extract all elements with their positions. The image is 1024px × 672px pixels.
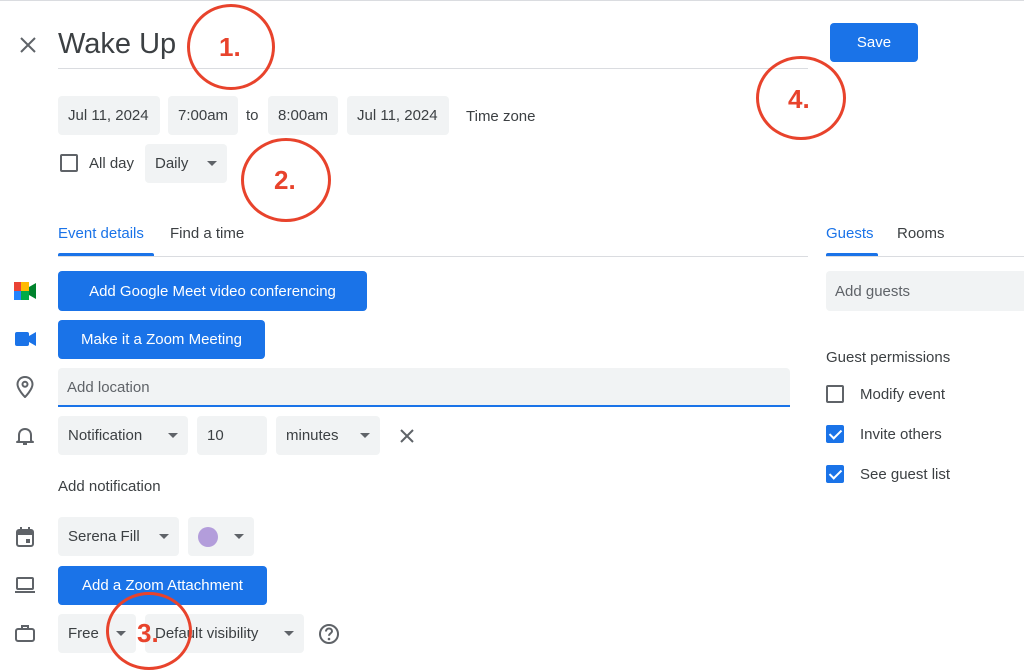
end-date-chip[interactable]: Jul 11, 2024: [347, 96, 449, 135]
tab-rooms[interactable]: Rooms: [897, 225, 945, 242]
calendar-icon: [16, 527, 34, 547]
see-guest-list-checkbox[interactable]: [826, 465, 844, 483]
close-icon[interactable]: [18, 35, 38, 55]
annotation-label-3: 3.: [137, 618, 159, 648]
annotation-label-1: 1.: [219, 32, 241, 62]
see-guest-list-label: See guest list: [860, 466, 951, 483]
add-google-meet-button[interactable]: Add Google Meet video conferencing: [58, 271, 367, 311]
annotation-label-4: 4.: [788, 84, 810, 114]
notification-unit-value: minutes: [286, 427, 339, 444]
to-label: to: [246, 107, 259, 124]
remove-notification-icon[interactable]: [400, 429, 414, 443]
chevron-down-icon: [360, 433, 370, 438]
tab-event-details[interactable]: Event details: [58, 225, 144, 242]
make-zoom-meeting-button[interactable]: Make it a Zoom Meeting: [58, 320, 265, 359]
start-date-chip[interactable]: Jul 11, 2024: [58, 96, 160, 135]
invite-others-label: Invite others: [860, 426, 942, 443]
all-day-label: All day: [89, 155, 135, 172]
guest-permissions-title: Guest permissions: [826, 349, 951, 366]
time-zone-link[interactable]: Time zone: [466, 108, 535, 125]
zoom-video-icon: [15, 332, 37, 346]
recurrence-value: Daily: [155, 155, 189, 172]
bell-icon: [16, 426, 34, 446]
notification-value-input[interactable]: 10: [197, 416, 267, 455]
save-button[interactable]: Save: [830, 23, 918, 62]
notification-type-dropdown[interactable]: Notification: [58, 416, 188, 455]
chevron-down-icon: [168, 433, 178, 438]
invite-others-checkbox[interactable]: [826, 425, 844, 443]
color-swatch: [198, 526, 218, 547]
event-title: Wake Up: [58, 28, 177, 60]
location-input[interactable]: Add location: [58, 368, 790, 407]
calendar-owner-dropdown[interactable]: Serena Fill: [58, 517, 179, 556]
tab-find-a-time[interactable]: Find a time: [170, 225, 244, 242]
recurrence-dropdown[interactable]: Daily: [145, 144, 227, 183]
start-time-chip[interactable]: 7:00am: [168, 96, 238, 135]
all-day-checkbox[interactable]: [60, 154, 78, 172]
guests-tabs-divider: [826, 256, 1024, 257]
notification-type-value: Notification: [68, 427, 143, 444]
end-time-chip[interactable]: 8:00am: [268, 96, 338, 135]
help-icon[interactable]: [318, 623, 340, 645]
briefcase-icon: [15, 624, 35, 642]
calendar-owner-value: Serena Fill: [68, 528, 140, 545]
modify-event-checkbox[interactable]: [826, 385, 844, 403]
tabs-divider: [58, 256, 808, 257]
availability-value: Free: [68, 625, 99, 642]
event-color-dropdown[interactable]: [188, 517, 254, 556]
notification-unit-dropdown[interactable]: minutes: [276, 416, 380, 455]
annotation-label-2: 2.: [274, 165, 296, 195]
google-meet-icon: [14, 282, 36, 300]
add-guests-placeholder: Add guests: [835, 283, 911, 300]
laptop-icon: [15, 577, 35, 593]
add-notification-link[interactable]: Add notification: [58, 478, 161, 495]
location-pin-icon: [16, 375, 34, 399]
title-input[interactable]: Wake Up: [58, 22, 808, 69]
chevron-down-icon: [159, 534, 169, 539]
chevron-down-icon: [284, 631, 294, 636]
add-guests-input[interactable]: Add guests: [826, 271, 1024, 311]
chevron-down-icon: [207, 161, 217, 166]
top-divider: [0, 0, 1024, 1]
tab-guests[interactable]: Guests: [826, 225, 874, 242]
chevron-down-icon: [234, 534, 244, 539]
location-placeholder: Add location: [67, 379, 150, 396]
modify-event-label: Modify event: [860, 386, 946, 403]
